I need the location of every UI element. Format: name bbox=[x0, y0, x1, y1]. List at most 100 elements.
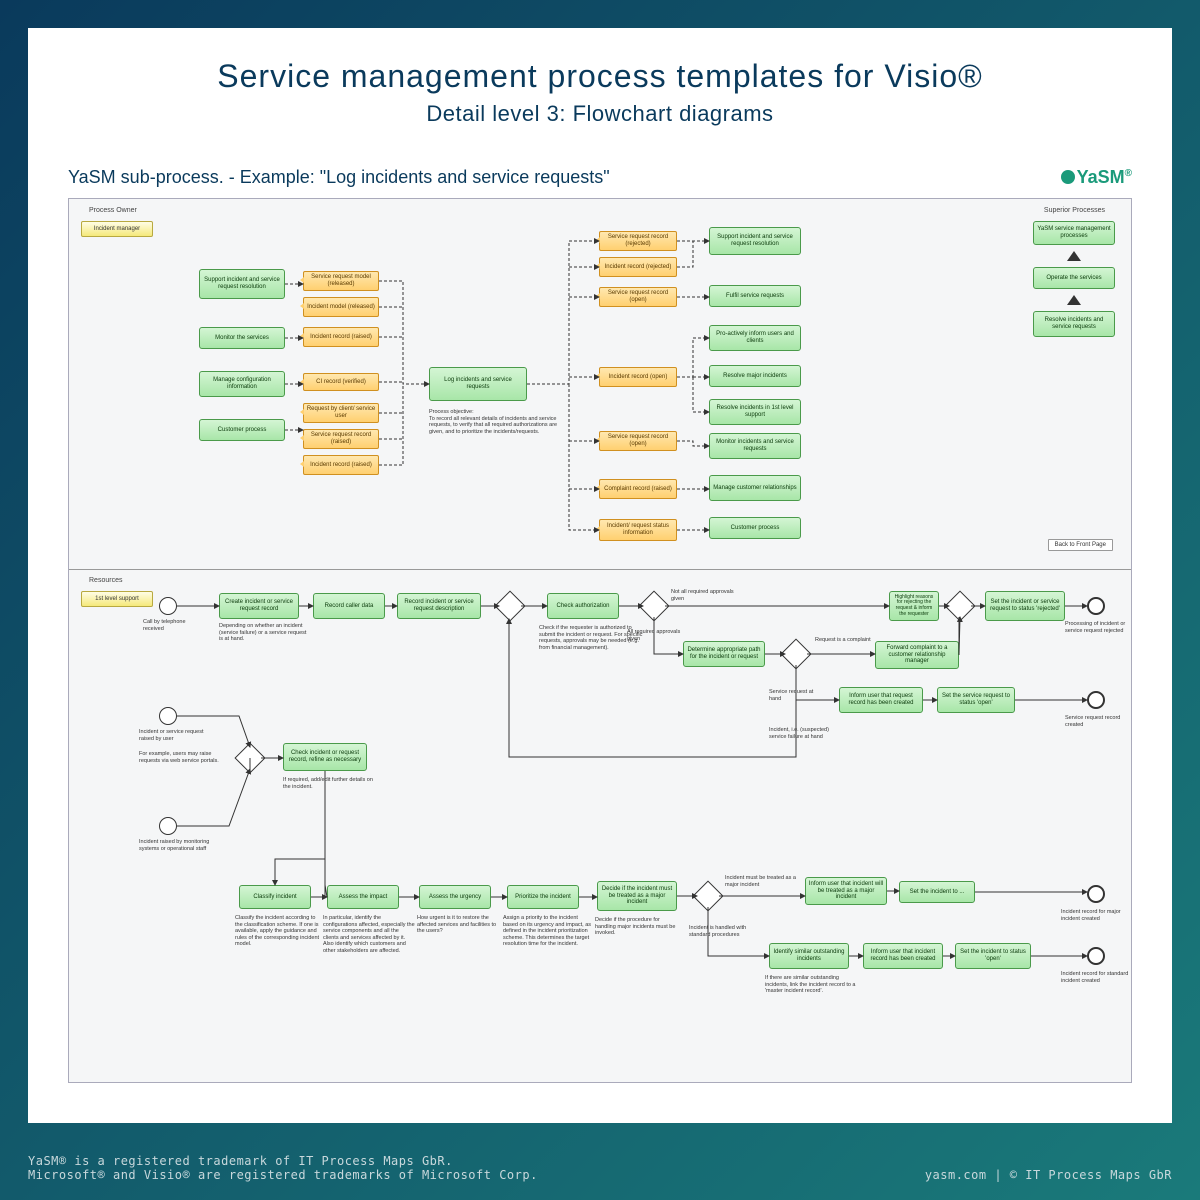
end2 bbox=[1087, 691, 1105, 709]
page-footer: YaSM® is a registered trademark of IT Pr… bbox=[28, 1154, 1172, 1182]
lane-resources-label: Resources bbox=[89, 577, 122, 584]
sup-2: Operate the services bbox=[1033, 267, 1115, 289]
start-ev1-lbl: Call by telephone received bbox=[143, 619, 203, 632]
gw2a: Request is a complaint bbox=[815, 637, 875, 644]
footnote-2: Microsoft® and Visio® are registered tra… bbox=[28, 1168, 538, 1182]
ia-7: Incident record (raised) bbox=[303, 455, 379, 475]
end3 bbox=[1087, 885, 1105, 903]
fbchk-note: If required, add/edit further details on… bbox=[283, 777, 373, 790]
oa-7: Incident/ request status information bbox=[599, 519, 677, 541]
gw3a: Incident must be treated as a major inci… bbox=[725, 875, 799, 888]
gw2 bbox=[780, 638, 811, 669]
lane-superior-label: Superior Processes bbox=[1044, 207, 1105, 214]
gw1 bbox=[638, 590, 669, 621]
end2-lbl: Service request record created bbox=[1065, 715, 1132, 728]
start-ev2 bbox=[159, 707, 177, 725]
out-5: Resolve incidents in 1st level support bbox=[709, 399, 801, 425]
start-ev2-lbl: Incident or service request raised by us… bbox=[139, 729, 219, 742]
fb10: Set the incident or service request to s… bbox=[985, 591, 1065, 621]
process-objective: Process objective: To record all relevan… bbox=[429, 409, 559, 435]
lane-owner-label: Process Owner bbox=[89, 207, 137, 214]
fbchk: Check incident or request record, refine… bbox=[283, 743, 367, 771]
in-4: Customer process bbox=[199, 419, 285, 441]
out-8: Customer process bbox=[709, 517, 801, 539]
sup-1: YaSM service management processes bbox=[1033, 221, 1115, 245]
fc1: Classify incident bbox=[239, 885, 311, 909]
role-resource: 1st level support bbox=[81, 591, 153, 607]
yasm-logo-icon bbox=[1061, 170, 1075, 184]
gw-merge2 bbox=[234, 742, 265, 773]
end4 bbox=[1087, 947, 1105, 965]
fb3: Record incident or service request descr… bbox=[397, 593, 481, 619]
sup-tri-2 bbox=[1067, 295, 1081, 305]
fb2: Record caller data bbox=[313, 593, 385, 619]
footnote-1: YaSM® is a registered trademark of IT Pr… bbox=[28, 1154, 538, 1168]
fb7: Inform user that request record has been… bbox=[839, 687, 923, 713]
ia-4: CI record (verified) bbox=[303, 373, 379, 391]
fb1-note: Depending on whether an incident (servic… bbox=[219, 623, 309, 643]
main-subprocess: Log incidents and service requests bbox=[429, 367, 527, 401]
fb8: Set the service request to status 'open' bbox=[937, 687, 1015, 713]
out-1: Support incident and service request res… bbox=[709, 227, 801, 255]
oa-3: Service request record (open) bbox=[599, 287, 677, 307]
fb9: Highlight reasons for rejecting the requ… bbox=[889, 591, 939, 621]
gw1a: Not all required approvals given bbox=[671, 589, 741, 602]
yasm-logo: YaSM® bbox=[1061, 167, 1132, 188]
end1 bbox=[1087, 597, 1105, 615]
fd1: Inform user that incident will be treate… bbox=[805, 877, 887, 905]
in-3: Manage configuration information bbox=[199, 371, 285, 397]
page-title: Service management process templates for… bbox=[68, 58, 1132, 95]
fe1-note: If there are similar outstanding inciden… bbox=[765, 975, 861, 995]
gw0 bbox=[494, 590, 525, 621]
in-2: Monitor the services bbox=[199, 327, 285, 349]
oa-6: Complaint record (raised) bbox=[599, 479, 677, 499]
gw-merge bbox=[944, 590, 975, 621]
fb1: Create incident or service request recor… bbox=[219, 593, 299, 619]
out-7: Manage customer relationships bbox=[709, 475, 801, 501]
ia-3: Incident record (raised) bbox=[303, 327, 379, 347]
fe2: Inform user that incident record has bee… bbox=[863, 943, 943, 969]
fc1-note: Classify the incident according to the c… bbox=[235, 915, 321, 948]
sup-tri-1 bbox=[1067, 251, 1081, 261]
start-ev3 bbox=[159, 817, 177, 835]
start-ev1 bbox=[159, 597, 177, 615]
gw3b: Incident is handled with standard proced… bbox=[689, 925, 769, 938]
back-button[interactable]: Back to Front Page bbox=[1048, 539, 1113, 551]
fb4: Check authorization bbox=[547, 593, 619, 619]
fb6: Forward complaint to a customer relation… bbox=[875, 641, 959, 669]
end3-lbl: Incident record for major incident creat… bbox=[1061, 909, 1132, 922]
fb5: Determine appropriate path for the incid… bbox=[683, 641, 765, 667]
fd2: Set the incident to ... bbox=[899, 881, 975, 903]
fe3: Set the incident to status 'open' bbox=[955, 943, 1031, 969]
ia-1: Service request model (released) bbox=[303, 271, 379, 291]
start-ev2-note: For example, users may raise requests vi… bbox=[139, 751, 229, 764]
oa-5: Service request record (open) bbox=[599, 431, 677, 451]
fc4: Prioritize the incident bbox=[507, 885, 579, 909]
page-subtitle: Detail level 3: Flowchart diagrams bbox=[68, 101, 1132, 127]
end4-lbl: Incident record for standard incident cr… bbox=[1061, 971, 1132, 984]
ia-5: Request by client/ service user bbox=[303, 403, 379, 423]
fe1: Identify similar outstanding incidents bbox=[769, 943, 849, 969]
oa-4: Incident record (open) bbox=[599, 367, 677, 387]
sup-3: Resolve incidents and service requests bbox=[1033, 311, 1115, 337]
out-4: Resolve major incidents bbox=[709, 365, 801, 387]
role-owner: Incident manager bbox=[81, 221, 153, 237]
footnote-right: yasm.com | © IT Process Maps GbR bbox=[925, 1168, 1172, 1182]
oa-1: Service request record (rejected) bbox=[599, 231, 677, 251]
gw2b: Service request at hand bbox=[769, 689, 827, 702]
gw3 bbox=[692, 880, 723, 911]
fc3-note: How urgent is it to restore the affected… bbox=[417, 915, 497, 935]
fc5: Decide if the incident must be treated a… bbox=[597, 881, 677, 911]
gw1b: All required approvals given bbox=[627, 629, 687, 642]
ia-6: Service request record (raised) bbox=[303, 429, 379, 449]
end1-lbl: Processing of incident or service reques… bbox=[1065, 621, 1132, 634]
out-2: Fulfil service requests bbox=[709, 285, 801, 307]
page-card: Service management process templates for… bbox=[28, 28, 1172, 1123]
pool-divider bbox=[69, 569, 1131, 570]
fc5-note: Decide if the procedure for handling maj… bbox=[595, 917, 681, 937]
in-1: Support incident and service request res… bbox=[199, 269, 285, 299]
fc3: Assess the urgency bbox=[419, 885, 491, 909]
out-6: Monitor incidents and service requests bbox=[709, 433, 801, 459]
fc2-note: In particular, identify the configuratio… bbox=[323, 915, 415, 955]
flowchart-canvas: Process Owner Incident manager Resources… bbox=[68, 198, 1132, 1083]
